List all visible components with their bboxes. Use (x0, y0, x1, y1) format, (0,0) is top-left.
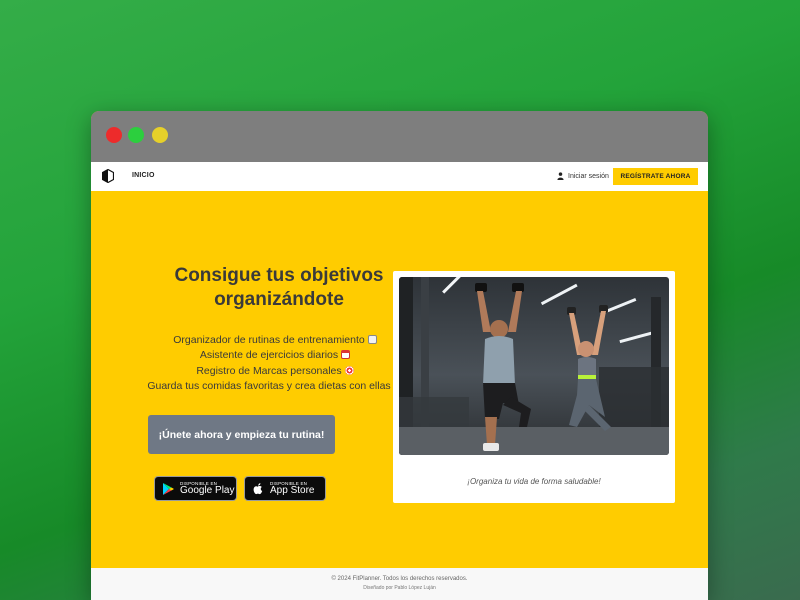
calendar-icon (341, 350, 351, 360)
google-play-icon (163, 482, 174, 495)
browser-window: INICIO Iniciar sesión REGÍSTRATE AHORA C… (91, 111, 708, 600)
footer-copyright: © 2024 FitPlanner. Todos los derechos re… (331, 576, 468, 582)
site-navbar: INICIO Iniciar sesión REGÍSTRATE AHORA (91, 162, 708, 191)
register-button[interactable]: REGÍSTRATE AHORA (613, 168, 698, 185)
target-icon (344, 365, 354, 375)
clipboard-icon (367, 335, 377, 344)
minimize-window-button[interactable] (128, 127, 144, 143)
footer-designer: Diseñado por Pablo López Luján (363, 585, 436, 591)
gym-photo (399, 277, 669, 455)
user-icon (557, 172, 564, 180)
google-play-badge[interactable]: DISPONIBLE EN Google Play (154, 476, 237, 501)
apple-icon (253, 482, 263, 494)
close-window-button[interactable] (106, 127, 122, 143)
hero-image-card: ¡Organiza tu vida de forma saludable! (393, 271, 675, 503)
feature-text: Asistente de ejercicios diarios (199, 349, 339, 362)
login-label: Iniciar sesión (568, 172, 609, 180)
maximize-window-button[interactable] (152, 127, 168, 143)
google-play-label: Google Play (180, 485, 235, 496)
hero-section: Consigue tus objetivos organizándote Org… (91, 191, 708, 568)
window-titlebar (91, 111, 708, 162)
app-store-badge[interactable]: DISPONIBLE EN App Store (244, 476, 326, 501)
site-footer: © 2024 FitPlanner. Todos los derechos re… (91, 568, 708, 600)
feature-text: Organizador de rutinas de entrenamiento (173, 334, 365, 346)
join-now-button[interactable]: ¡Únete ahora y empieza tu rutina! (148, 415, 335, 454)
nav-link-inicio[interactable]: INICIO (132, 172, 155, 179)
feature-text: Registro de Marcas personales (196, 364, 342, 377)
image-caption: ¡Organiza tu vida de forma saludable! (467, 477, 601, 486)
feature-text: Guarda tus comidas favoritas y crea diet… (147, 379, 391, 392)
app-store-label: App Store (270, 485, 315, 496)
login-link[interactable]: Iniciar sesión (557, 172, 609, 180)
half-circle-logo-icon[interactable] (101, 168, 115, 184)
